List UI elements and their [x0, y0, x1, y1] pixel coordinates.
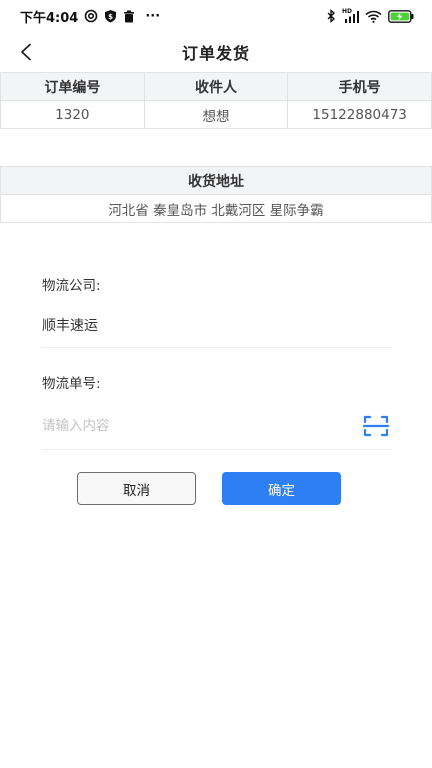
status-bar: 下午4:04 $ ··· HD — [0, 0, 432, 32]
nav-bar: 订单发货 — [0, 32, 432, 72]
cell-order-id: 1320 — [0, 100, 145, 129]
battery-charging-icon — [388, 9, 414, 23]
wifi-icon — [365, 10, 382, 23]
header-order-id: 订单编号 — [0, 72, 145, 101]
swirl-icon — [84, 9, 98, 23]
cancel-button[interactable]: 取消 — [77, 472, 196, 505]
tracking-label: 物流单号: — [42, 376, 101, 392]
tracking-number-input[interactable] — [42, 417, 362, 434]
header-phone: 手机号 — [287, 72, 432, 101]
page-title: 订单发货 — [181, 44, 250, 63]
chevron-left-icon — [19, 43, 33, 61]
tracking-row — [42, 402, 392, 450]
scan-button[interactable] — [362, 412, 390, 440]
network-type: HD — [342, 7, 353, 15]
shipping-form: 物流公司: 顺丰速运 物流单号: — [42, 268, 392, 450]
status-time: 下午4:04 — [20, 10, 79, 26]
header-recipient: 收件人 — [143, 72, 289, 101]
back-button[interactable] — [10, 36, 42, 68]
shield-icon: $ — [104, 9, 117, 23]
table-row: 1320 想想 15122880473 — [0, 100, 432, 129]
status-more: ··· — [145, 8, 161, 24]
scan-icon — [363, 415, 389, 437]
address-table-header: 收货地址 — [0, 166, 432, 195]
bluetooth-icon — [327, 9, 336, 23]
cell-recipient: 想想 — [143, 100, 289, 129]
confirm-button[interactable]: 确定 — [222, 472, 341, 505]
trash-icon — [123, 10, 135, 23]
order-table-header: 订单编号 收件人 手机号 — [0, 72, 432, 101]
svg-text:$: $ — [108, 13, 113, 21]
header-address: 收货地址 — [0, 166, 432, 195]
signal-icon: HD — [342, 7, 359, 23]
company-label: 物流公司: — [42, 278, 101, 294]
cell-phone: 15122880473 — [287, 100, 432, 129]
cell-address: 河北省 秦皇岛市 北戴河区 星际争霸 — [0, 194, 432, 223]
company-field[interactable]: 顺丰速运 — [42, 304, 392, 348]
order-table: 订单编号 收件人 手机号 1320 想想 15122880473 — [0, 72, 432, 129]
address-table: 收货地址 河北省 秦皇岛市 北戴河区 星际争霸 — [0, 166, 432, 223]
table-row: 河北省 秦皇岛市 北戴河区 星际争霸 — [0, 194, 432, 223]
